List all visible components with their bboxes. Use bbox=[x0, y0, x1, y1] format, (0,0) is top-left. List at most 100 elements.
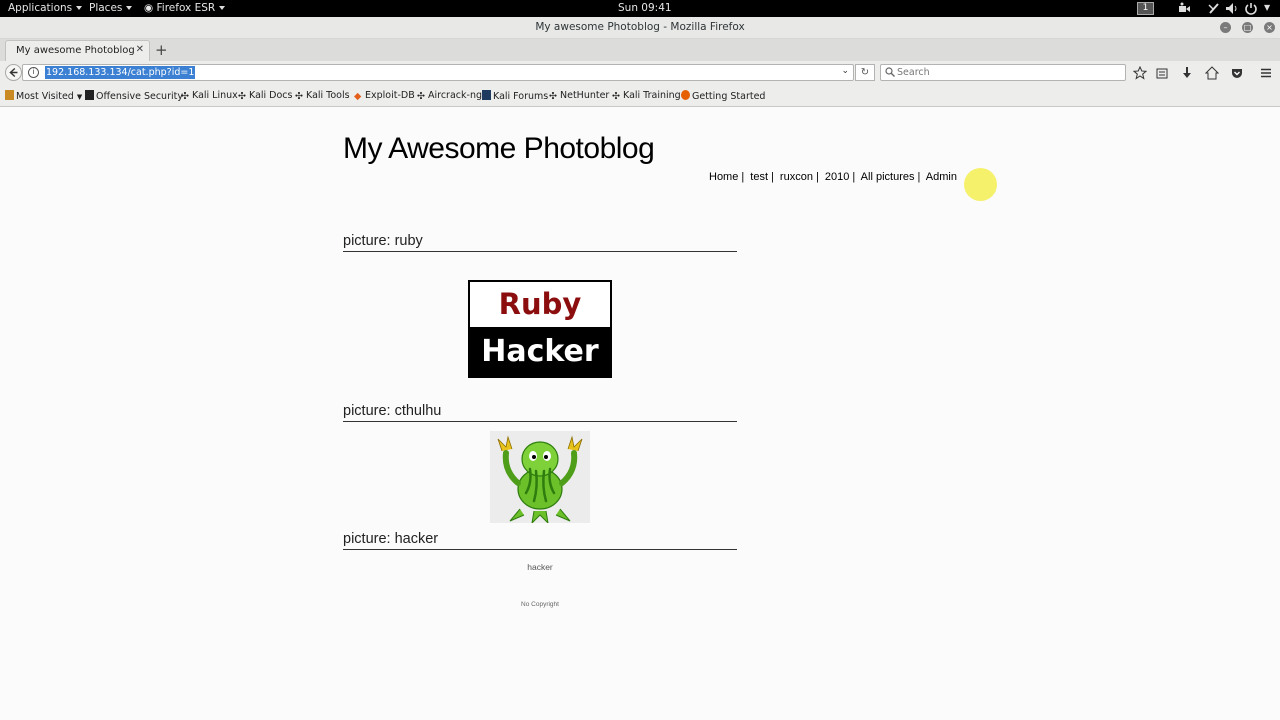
bookmark-label: Aircrack-ng bbox=[428, 90, 482, 101]
firefox-app-label: Firefox ESR bbox=[156, 2, 216, 14]
aircrack-icon: ✣ bbox=[417, 91, 425, 102]
cthulhu-image[interactable] bbox=[490, 431, 590, 523]
hacker-image-alt-text[interactable]: hacker bbox=[340, 562, 740, 572]
bookmark-label: Getting Started bbox=[692, 91, 766, 102]
close-icon[interactable]: ✕ bbox=[136, 44, 144, 55]
nav-separator: | bbox=[917, 171, 921, 183]
chevron-down-icon bbox=[219, 6, 226, 10]
ruby-image-bottom-text: Hacker bbox=[481, 334, 599, 369]
bookmark-most-visited[interactable]: Most Visited ▼ bbox=[5, 90, 82, 102]
kali-dragon-icon: ✣ bbox=[238, 91, 246, 102]
bookmark-kali-docs[interactable]: ✣ Kali Docs bbox=[238, 90, 293, 102]
search-bar[interactable]: Search bbox=[880, 64, 1126, 81]
bookmark-kali-forums[interactable]: Kali Forums bbox=[482, 90, 548, 102]
chevron-down-icon bbox=[76, 6, 83, 10]
network-icon[interactable] bbox=[1207, 2, 1221, 15]
applications-label: Applications bbox=[8, 2, 73, 14]
picture-heading-ruby: picture: ruby bbox=[343, 233, 737, 252]
cursor-highlight bbox=[964, 168, 997, 201]
menu-icon[interactable] bbox=[1259, 66, 1273, 80]
maximize-button[interactable]: □ bbox=[1242, 22, 1253, 33]
url-bar[interactable]: i 192.168.133.134/cat.php?id=1 ⌄ bbox=[22, 64, 854, 81]
ruby-image-top-text: Ruby bbox=[470, 282, 610, 327]
tab-photoblog[interactable]: My awesome Photoblog ✕ bbox=[5, 40, 150, 61]
bookmark-label: Kali Docs bbox=[249, 90, 293, 101]
tab-strip: My awesome Photoblog ✕ + bbox=[0, 39, 1280, 61]
footer-copyright: No Copyright bbox=[521, 601, 559, 608]
forums-icon bbox=[482, 90, 491, 100]
bookmark-label: NetHunter bbox=[560, 90, 610, 101]
chevron-down-icon[interactable]: ⌄ bbox=[841, 66, 849, 76]
bookmark-star-icon[interactable] bbox=[1133, 66, 1147, 80]
kali-dragon-icon: ✣ bbox=[181, 91, 189, 102]
bookmark-exploit-db[interactable]: ◆ Exploit-DB bbox=[354, 90, 415, 102]
nav-separator: | bbox=[852, 171, 856, 183]
ruby-hacker-image[interactable]: Ruby Hacker bbox=[468, 280, 612, 378]
nav-test[interactable]: test bbox=[750, 171, 768, 183]
picture-heading-cthulhu: picture: cthulhu bbox=[343, 403, 737, 422]
bookmark-label: Kali Forums bbox=[493, 91, 549, 102]
navigation-toolbar: i 192.168.133.134/cat.php?id=1 ⌄ ↻ Searc… bbox=[0, 61, 1280, 85]
bookmark-getting-started[interactable]: Getting Started bbox=[681, 90, 765, 102]
nav-separator: | bbox=[771, 171, 774, 183]
new-tab-button[interactable]: + bbox=[155, 41, 168, 59]
chevron-down-icon[interactable]: ▼ bbox=[1264, 3, 1278, 16]
exploitdb-icon: ◆ bbox=[354, 91, 362, 102]
bookmark-label: Kali Linux bbox=[192, 90, 238, 101]
nav-separator: | bbox=[815, 171, 819, 183]
nav-all-pictures[interactable]: All pictures bbox=[861, 171, 915, 183]
clock[interactable]: Sun 09:41 bbox=[618, 2, 672, 14]
nav-separator: | bbox=[741, 171, 745, 183]
workspace-indicator[interactable]: 1 bbox=[1137, 2, 1154, 15]
home-icon[interactable] bbox=[1205, 66, 1219, 80]
back-button[interactable] bbox=[5, 64, 22, 81]
nav-ruxcon[interactable]: ruxcon bbox=[780, 171, 813, 183]
places-menu[interactable]: Places bbox=[89, 2, 133, 14]
chevron-down-icon bbox=[126, 6, 133, 10]
gnome-top-bar: Applications Places ◉ Firefox ESR Sun 09… bbox=[0, 0, 1280, 17]
nav-admin[interactable]: Admin bbox=[926, 171, 957, 183]
folder-icon bbox=[5, 90, 14, 100]
bookmark-kali-tools[interactable]: ✣ Kali Tools bbox=[295, 90, 350, 102]
close-window-button[interactable]: × bbox=[1264, 22, 1275, 33]
volume-icon[interactable] bbox=[1225, 2, 1239, 15]
library-icon[interactable] bbox=[1155, 66, 1169, 80]
tab-title: My awesome Photoblog bbox=[16, 45, 135, 56]
nav-home[interactable]: Home bbox=[709, 171, 738, 183]
kali-dragon-icon: ✣ bbox=[295, 91, 303, 102]
bookmark-offensive-security[interactable]: Offensive Security bbox=[85, 90, 183, 102]
applications-menu[interactable]: Applications bbox=[8, 2, 83, 14]
bookmarks-toolbar: Most Visited ▼ Offensive Security ✣ Kali … bbox=[0, 85, 1280, 107]
power-icon[interactable] bbox=[1244, 2, 1258, 15]
kali-dragon-icon: ✣ bbox=[549, 91, 557, 102]
firefox-icon bbox=[681, 90, 690, 100]
bookmark-aircrack-ng[interactable]: ✣ Aircrack-ng bbox=[417, 90, 482, 102]
firefox-app-menu[interactable]: ◉ Firefox ESR bbox=[144, 2, 226, 14]
bookmark-kali-training[interactable]: ✣ Kali Training bbox=[612, 90, 681, 102]
nav-2010[interactable]: 2010 bbox=[825, 171, 849, 183]
reload-button[interactable]: ↻ bbox=[855, 64, 875, 81]
site-title: My Awesome Photoblog bbox=[343, 132, 655, 165]
kali-dragon-icon: ✣ bbox=[612, 91, 620, 102]
download-icon[interactable] bbox=[1180, 66, 1194, 80]
url-input[interactable]: 192.168.133.134/cat.php?id=1 bbox=[45, 66, 196, 79]
offsec-icon bbox=[85, 90, 94, 100]
pocket-icon[interactable] bbox=[1230, 66, 1244, 80]
chevron-down-icon: ▼ bbox=[76, 93, 83, 101]
bookmark-nethunter[interactable]: ✣ NetHunter bbox=[549, 90, 610, 102]
bookmark-label: Kali Training bbox=[623, 90, 681, 101]
minimize-button[interactable]: – bbox=[1220, 22, 1231, 33]
window-titlebar: My awesome Photoblog - Mozilla Firefox –… bbox=[0, 17, 1280, 39]
site-nav: Home | test | ruxcon | 2010 | All pictures | … bbox=[709, 171, 957, 183]
bookmark-label: Kali Tools bbox=[306, 90, 350, 101]
search-input[interactable]: Search bbox=[897, 67, 930, 78]
info-icon[interactable]: i bbox=[28, 67, 39, 78]
places-label: Places bbox=[89, 2, 123, 14]
page-content: My Awesome Photoblog Home | test | ruxcon |… bbox=[0, 108, 1280, 720]
video-icon[interactable] bbox=[1177, 2, 1191, 15]
bookmark-kali-linux[interactable]: ✣ Kali Linux bbox=[181, 90, 238, 102]
picture-heading-hacker: picture: hacker bbox=[343, 531, 737, 550]
bookmark-label: Exploit-DB bbox=[365, 90, 415, 101]
window-title: My awesome Photoblog - Mozilla Firefox bbox=[535, 21, 745, 33]
search-icon bbox=[885, 67, 895, 77]
